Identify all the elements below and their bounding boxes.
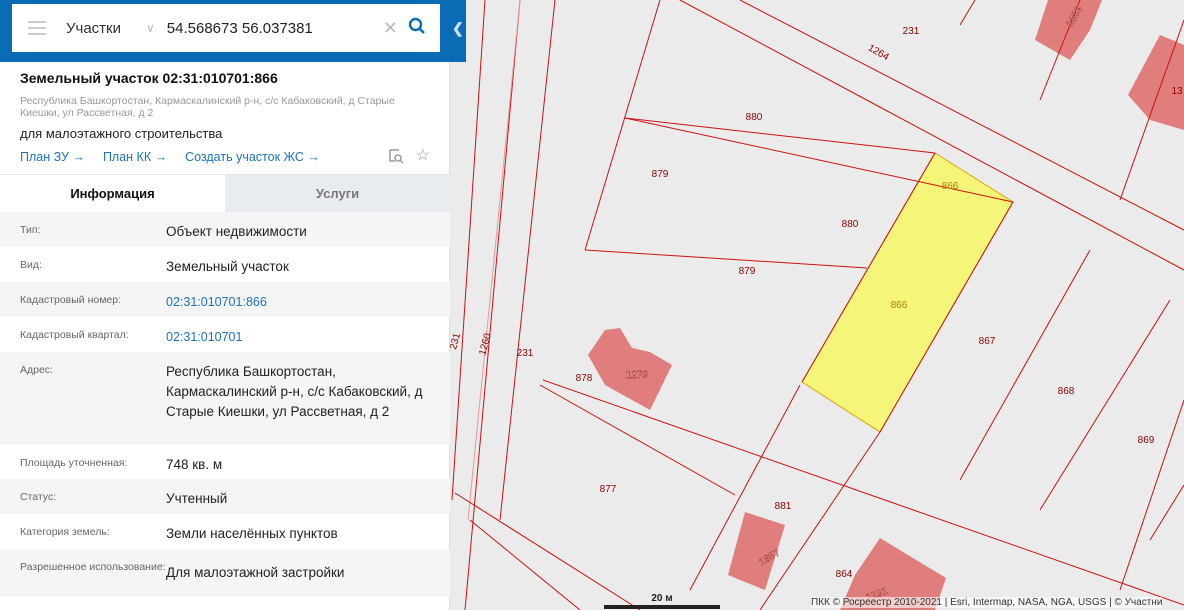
plan-kk-link[interactable]: План КК → [103, 150, 167, 164]
plan-zu-link[interactable]: План ЗУ → [20, 150, 85, 164]
row-label: Разрешенное использование: [20, 561, 166, 573]
info-row: Категория земель: Земли населённых пункто… [0, 514, 450, 549]
parcel-label: 866 [891, 300, 908, 311]
parcel-label: 879 [652, 169, 669, 180]
parcel-label: 869 [1138, 435, 1155, 446]
parcel-label: 864 [836, 569, 853, 580]
row-label: Категория земель: [20, 526, 110, 538]
parcel-label: 878 [576, 373, 593, 384]
menu-icon[interactable] [28, 17, 46, 39]
info-row: Кадастровый номер: 02:31:010701:866 [0, 282, 450, 317]
info-row: Разрешенное использование: Для малоэтажно… [0, 549, 450, 597]
scale-label: 20 м [651, 593, 673, 604]
row-label: Адрес: [20, 364, 53, 376]
parcel-label: 881 [775, 501, 792, 512]
row-value: Республика Башкортостан, Кармаскалинский… [166, 364, 423, 419]
row-value: Земли населённых пунктов [166, 526, 338, 541]
info-row: Адрес: Республика Башкортостан, Кармаскал… [0, 352, 450, 445]
tab-services[interactable]: Услуги [225, 175, 450, 212]
layer-select[interactable]: Участки [66, 20, 146, 37]
row-value: Земельный участок [166, 259, 289, 274]
parcel-label: 866 [942, 181, 959, 192]
row-value: Учтенный [166, 491, 228, 506]
row-label: Вид: [20, 259, 42, 271]
info-row: Тип: Объект недвижимости [0, 212, 450, 247]
row-value: 748 кв. м [166, 457, 223, 472]
attribution: ПКК © Росреестр 2010-2021 | Esri, Interm… [811, 597, 1163, 608]
row-label: Кадастровый квартал: [20, 329, 129, 341]
row-value: Для малоэтажной застройки [166, 565, 345, 580]
top-bar: Участки ∨ 54.568673 56.037381 ✕ ❮ [0, 0, 466, 62]
info-row: Площадь уточненная: 748 кв. м [0, 445, 450, 479]
create-parcel-link[interactable]: Создать участок ЖС → [185, 150, 320, 164]
info-row: Вид: Земельный участок [0, 247, 450, 282]
parcel-purpose: для малоэтажного строительства [20, 126, 223, 141]
clear-icon[interactable]: ✕ [383, 18, 398, 39]
parcel-label: 867 [979, 336, 996, 347]
zoom-to-icon[interactable] [388, 148, 404, 167]
chevron-down-icon[interactable]: ∨ [146, 21, 155, 35]
row-label: Кадастровый номер: [20, 294, 122, 306]
parcel-address: Республика Башкортостан, Кармаскалинский… [20, 95, 395, 119]
info-row: Кадастровый квартал: 02:31:010701 [0, 317, 450, 352]
tab-information[interactable]: Информация [0, 175, 225, 212]
parcel-label: 868 [1058, 386, 1075, 397]
collapse-panel-icon[interactable]: ❮ [452, 20, 464, 37]
row-value: Объект недвижимости [166, 224, 307, 239]
search-icon[interactable] [408, 17, 426, 40]
scale-bar: 20 м [604, 593, 720, 609]
search-box: Участки ∨ 54.568673 56.037381 ✕ [12, 4, 440, 52]
parcel-label: 880 [746, 112, 763, 123]
parcel-label: 1279 [626, 370, 649, 381]
parcel-label: 879 [739, 266, 756, 277]
info-panel: Земельный участок 02:31:010701:866 Респу… [0, 0, 450, 610]
row-label: Тип: [20, 224, 41, 236]
info-row: Статус: Учтенный [0, 479, 450, 514]
parcel-label: 231 [517, 348, 534, 359]
parcel-label: 880 [842, 219, 859, 230]
parcel-label: 877 [600, 484, 617, 495]
parcel-label: 13 [1171, 86, 1183, 97]
row-label: Статус: [20, 491, 57, 503]
search-input[interactable]: 54.568673 56.037381 [167, 20, 383, 37]
star-icon[interactable]: ☆ [416, 148, 430, 167]
parcel-title: Земельный участок 02:31:010701:866 [20, 70, 278, 86]
cadastral-number-link[interactable]: 02:31:010701:866 [166, 292, 430, 317]
cadastral-quarter-link[interactable]: 02:31:010701 [166, 327, 430, 352]
parcel-label: 231 [903, 26, 920, 37]
row-label: Площадь уточненная: [20, 457, 128, 469]
